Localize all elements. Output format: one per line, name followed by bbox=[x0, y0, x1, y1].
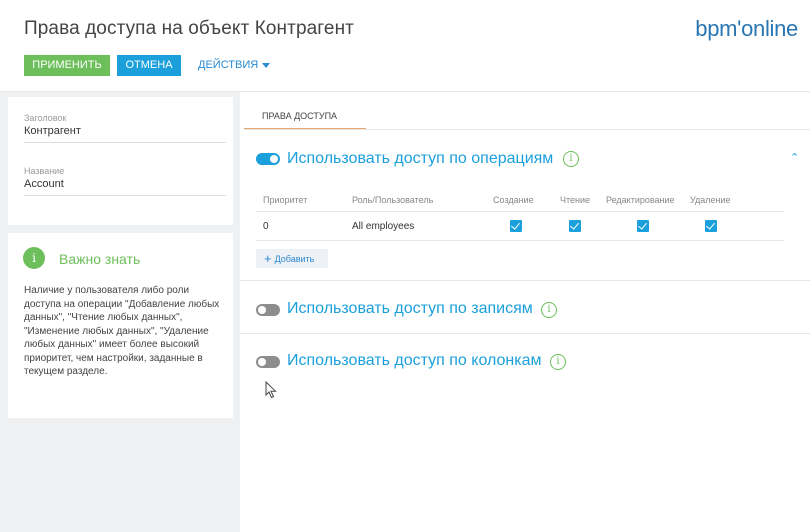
info-text: Наличие у пользователя либо роли доступа… bbox=[24, 285, 220, 377]
chevron-up-icon[interactable]: ⌃ bbox=[790, 151, 799, 164]
tab-divider bbox=[244, 129, 810, 130]
actions-dropdown-button[interactable]: ДЕЙСТВИЯ bbox=[198, 55, 271, 76]
object-fields-card: Заголовок Контрагент Название Account bbox=[8, 97, 233, 225]
add-button-label: Добавить bbox=[274, 254, 315, 264]
add-button[interactable]: + Добавить bbox=[256, 249, 328, 268]
section-divider bbox=[240, 280, 810, 281]
columns-section-title: Использовать доступ по колонкам bbox=[287, 352, 542, 369]
records-access-toggle[interactable] bbox=[256, 304, 280, 316]
caption-field-label: Заголовок bbox=[24, 113, 67, 123]
name-field[interactable]: Название Account bbox=[24, 166, 226, 196]
col-read[interactable]: Чтение bbox=[560, 195, 590, 205]
columns-info-icon[interactable]: i bbox=[550, 354, 566, 370]
operations-access-toggle[interactable] bbox=[256, 153, 280, 165]
create-checkbox[interactable] bbox=[510, 220, 522, 232]
table-row-divider bbox=[256, 240, 784, 241]
table-header-divider bbox=[256, 211, 784, 212]
columns-access-toggle[interactable] bbox=[256, 356, 280, 368]
col-create[interactable]: Создание bbox=[493, 195, 534, 205]
bpmonline-logo: bpm'online bbox=[695, 16, 798, 41]
info-title: Важно знать bbox=[59, 251, 141, 267]
col-priority[interactable]: Приоритет bbox=[263, 195, 307, 205]
records-section-title: Использовать доступ по записям bbox=[287, 300, 533, 317]
col-edit[interactable]: Редактирование bbox=[606, 195, 675, 205]
info-card: i Важно знать Наличие у пользователя либ… bbox=[8, 233, 233, 418]
section-divider bbox=[240, 333, 810, 334]
operations-section-title: Использовать доступ по операциям bbox=[287, 150, 554, 167]
plus-icon: + bbox=[264, 251, 272, 266]
records-info-icon[interactable]: i bbox=[541, 302, 557, 318]
priority-cell: 0 bbox=[263, 221, 269, 232]
col-role-user[interactable]: Роль/Пользователь bbox=[352, 195, 433, 205]
tab-access-rights[interactable]: ПРАВА ДОСТУПА bbox=[244, 108, 366, 130]
apply-button[interactable]: ПРИМЕНИТЬ bbox=[24, 55, 110, 76]
caption-field-value[interactable]: Контрагент bbox=[24, 125, 226, 142]
edit-checkbox[interactable] bbox=[637, 220, 649, 232]
col-delete[interactable]: Удаление bbox=[690, 195, 731, 205]
operations-info-icon[interactable]: i bbox=[563, 151, 579, 167]
cancel-button[interactable]: ОТМЕНА bbox=[117, 55, 181, 76]
caption-field[interactable]: Заголовок Контрагент bbox=[24, 113, 226, 143]
info-icon: i bbox=[23, 247, 45, 269]
name-field-label: Название bbox=[24, 166, 65, 176]
page-title: Права доступа на объект Контрагент bbox=[24, 18, 354, 39]
name-field-value[interactable]: Account bbox=[24, 178, 226, 195]
mouse-cursor-icon bbox=[265, 381, 277, 399]
role-cell: All employees bbox=[352, 221, 415, 232]
delete-checkbox[interactable] bbox=[705, 220, 717, 232]
caret-down-icon bbox=[262, 62, 271, 68]
actions-label: ДЕЙСТВИЯ bbox=[198, 59, 259, 71]
read-checkbox[interactable] bbox=[569, 220, 581, 232]
page-header: Права доступа на объект Контрагент bpm'o… bbox=[0, 0, 810, 92]
